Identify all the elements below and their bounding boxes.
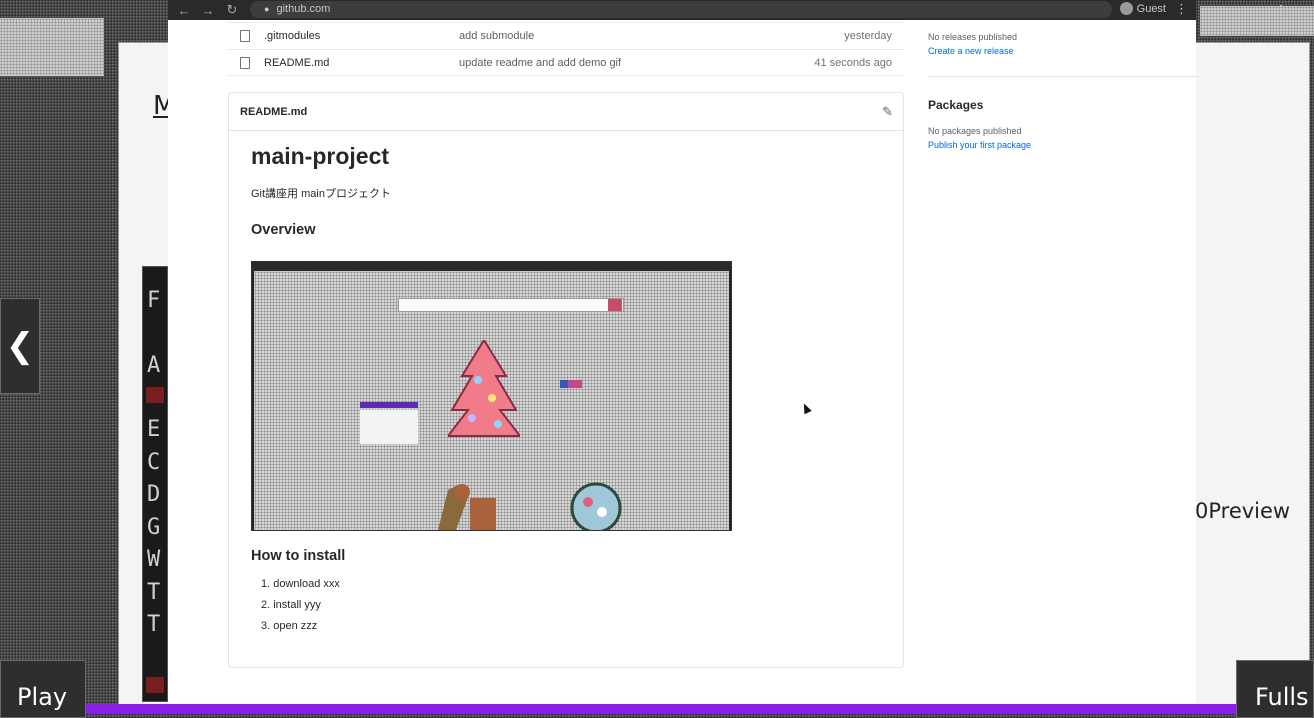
gif-search-bar	[398, 298, 624, 312]
install-step: 3. open zzz	[261, 620, 318, 632]
dithered-patch	[1200, 6, 1314, 36]
avatar-icon	[1119, 2, 1133, 15]
sidebar-divider	[928, 76, 1198, 77]
github-repo-page: .gitmodules add submodule yesterday READ…	[168, 20, 1198, 704]
readme-content: main-project Git講座用 mainプロジェクト Overview	[251, 143, 883, 632]
edit-pencil-icon[interactable]: ✎	[882, 104, 893, 120]
readme-filename: README.md	[240, 105, 308, 118]
install-steps: 1. download xxx 2. install yyy 3. open z…	[251, 574, 883, 637]
readme-header: README.md ✎	[229, 93, 903, 131]
demo-gif-image	[251, 261, 732, 531]
readme-description: Git講座用 mainプロジェクト	[251, 188, 391, 200]
more-menu-icon[interactable]: ⋮	[1175, 1, 1188, 17]
forward-arrow-icon[interactable]: →	[196, 3, 220, 18]
playback-progress-bar[interactable]	[86, 704, 1236, 714]
side-marker	[146, 677, 164, 693]
side-marker	[146, 387, 164, 403]
create-release-link[interactable]: Create a new release	[928, 46, 1014, 56]
publish-package-link[interactable]: Publish your first package	[928, 140, 1031, 150]
christmas-tree-icon	[448, 340, 520, 437]
browser-toolbar: ← → ↻ ● github.com Guest ⋮	[168, 0, 1196, 20]
side-letter: T	[147, 612, 161, 637]
side-letter: T	[147, 579, 161, 605]
address-text: github.com	[276, 3, 331, 15]
dithered-patch	[0, 18, 104, 76]
file-name[interactable]: README.md	[264, 57, 459, 69]
install-step: 1. download xxx	[261, 578, 340, 590]
side-letters: F A E C D G W T T	[147, 285, 160, 642]
file-icon	[240, 30, 250, 42]
playback-progress-fill	[86, 704, 1236, 714]
install-step: 2. install yyy	[261, 599, 321, 611]
side-letter: A	[147, 352, 161, 378]
install-heading: How to install	[251, 548, 346, 564]
chevron-left-icon: ❮	[5, 326, 35, 366]
back-arrow-icon[interactable]: ←	[172, 3, 196, 18]
gif-purple-bar	[360, 402, 418, 408]
lock-icon: ●	[264, 4, 270, 14]
background-preview-text: 0Preview	[1195, 499, 1291, 523]
gif-search-button	[608, 299, 622, 311]
side-letter: E	[147, 417, 161, 442]
gingerbread-icon	[438, 484, 496, 530]
file-name[interactable]: .gitmodules	[264, 30, 459, 42]
previous-chevron-button[interactable]: ❮	[0, 298, 40, 394]
file-icon	[240, 56, 250, 69]
account-label: Guest	[1136, 2, 1166, 15]
commit-date: yesterday	[844, 30, 892, 42]
overview-heading: Overview	[251, 222, 316, 238]
side-letter: W	[147, 547, 161, 572]
side-letter: G	[147, 514, 161, 540]
account-button[interactable]: Guest	[1119, 2, 1166, 15]
releases-status: No releases published	[928, 32, 1018, 42]
packages-heading: Packages	[928, 98, 984, 112]
commit-message[interactable]: add submodule	[459, 30, 799, 42]
reload-icon[interactable]: ↻	[220, 2, 244, 18]
readme-panel: README.md ✎ main-project Git講座用 mainプロジェ…	[228, 92, 904, 668]
commit-message[interactable]: update readme and add demo gif	[459, 57, 799, 69]
outer-menu-icon[interactable]: ⋮	[1274, 2, 1288, 19]
background-side-panel: F A E C D G W T T	[142, 266, 168, 702]
play-button[interactable]: Play	[0, 660, 86, 718]
readme-title: main-project	[251, 143, 390, 169]
side-letter: C	[147, 449, 161, 475]
file-row[interactable]: README.md update readme and add demo gif…	[228, 49, 904, 76]
fullscreen-button[interactable]: Fulls	[1236, 660, 1314, 718]
commit-date: 41 seconds ago	[814, 56, 892, 69]
gif-preview-box	[360, 410, 418, 444]
address-bar[interactable]: ● github.com	[250, 1, 1112, 18]
side-letter: D	[147, 482, 161, 507]
file-row[interactable]: .gitmodules add submodule yesterday	[228, 22, 904, 49]
packages-status: No packages published	[928, 126, 1022, 136]
gif-browser-bar	[252, 262, 731, 271]
snow-globe-icon	[570, 482, 622, 530]
side-letter: F	[147, 288, 161, 313]
install-section: How to install 1. download xxx 2. instal…	[251, 548, 883, 637]
gif-pill-blue	[560, 380, 568, 388]
